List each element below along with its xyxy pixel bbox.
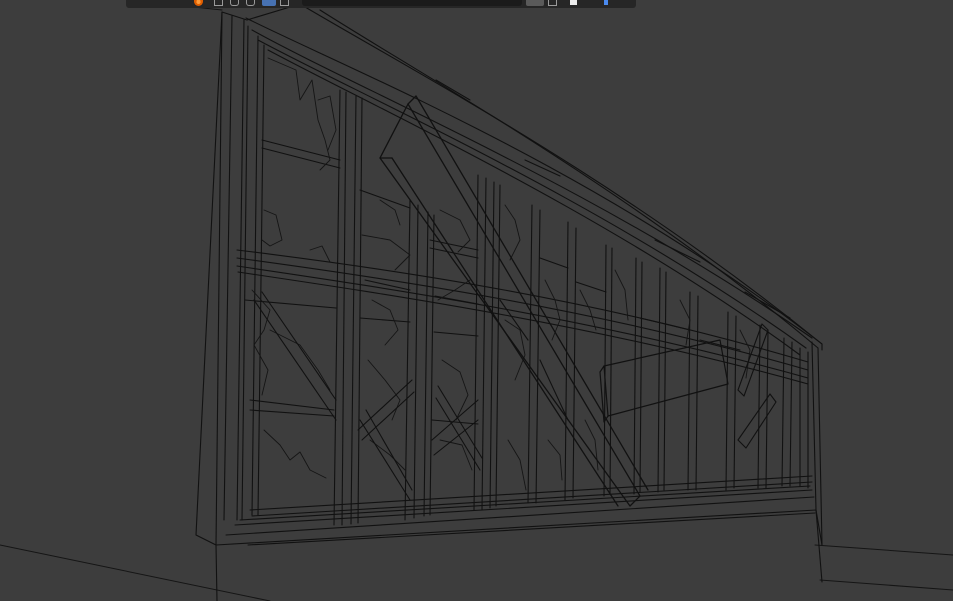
left-pillar	[195, 11, 265, 601]
camera-icon[interactable]	[280, 0, 289, 6]
xray-icon[interactable]	[262, 0, 276, 6]
blender-logo-icon[interactable]	[194, 0, 203, 6]
window-posts	[333, 89, 809, 526]
view-layer-icon[interactable]	[548, 0, 557, 6]
pin-icon[interactable]	[526, 0, 544, 6]
overlay-icon[interactable]	[246, 0, 255, 6]
visibility-icon[interactable]	[230, 0, 239, 6]
search-field[interactable]	[302, 0, 522, 6]
right-broken-beam	[737, 323, 777, 449]
wireframe-scene	[0, 0, 953, 601]
selectability-icon[interactable]	[214, 0, 223, 6]
render-icon[interactable]	[570, 0, 577, 6]
viewport-header	[126, 0, 636, 8]
play-icon[interactable]	[604, 0, 608, 6]
base-wall	[215, 485, 823, 583]
3d-viewport[interactable]	[0, 0, 953, 601]
window-rails	[236, 139, 813, 517]
diagonal-braces	[253, 291, 569, 501]
glass-shards	[251, 57, 751, 491]
